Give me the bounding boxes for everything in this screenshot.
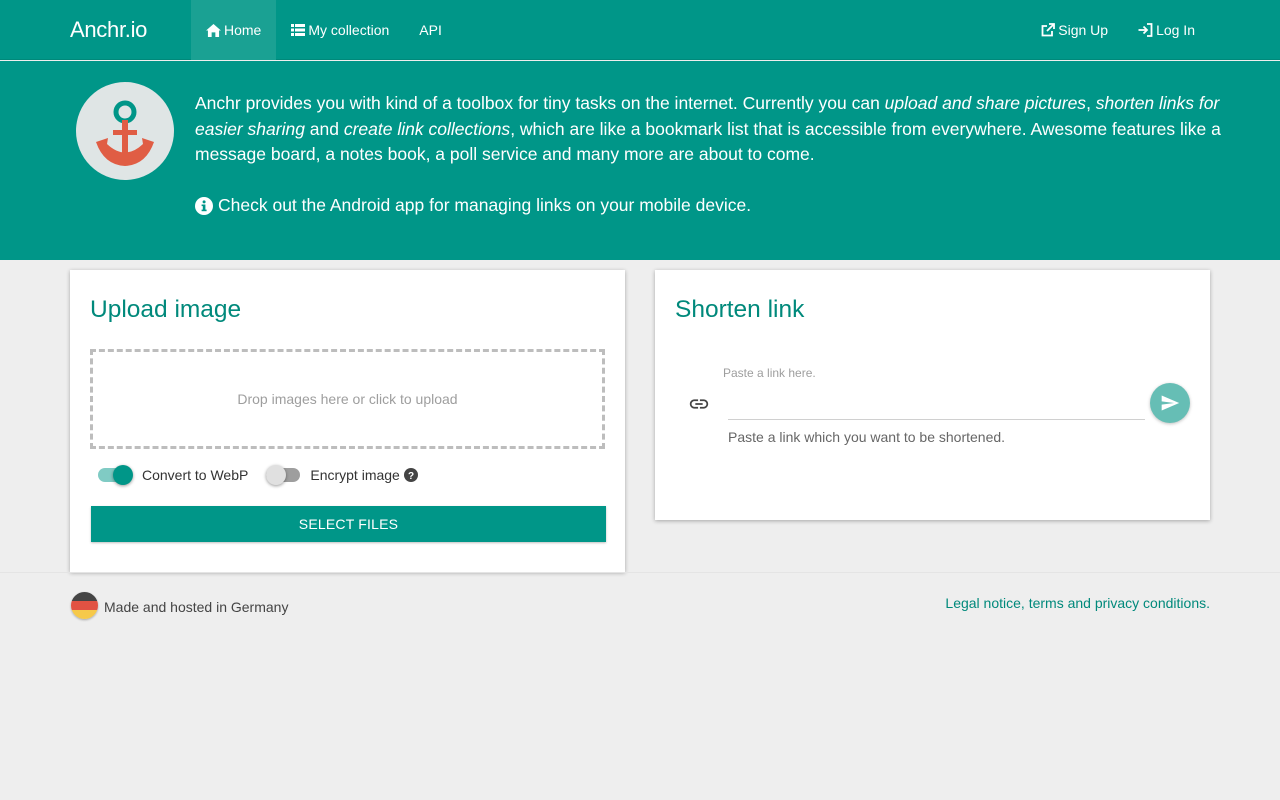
- upload-card-title: Upload image: [90, 296, 242, 323]
- select-files-button[interactable]: SELECT FILES: [91, 506, 606, 542]
- intro-emphasis-collections: create link collections: [343, 118, 511, 139]
- intro-text-1: Anchr provides you with kind of a toolbo…: [195, 93, 885, 113]
- intro-text: Anchr provides you with kind of a toolbo…: [195, 91, 1225, 168]
- nav-my-collection[interactable]: My collection: [276, 0, 404, 60]
- nav-api[interactable]: API: [404, 0, 457, 60]
- convert-webp-toggle[interactable]: [98, 464, 134, 486]
- encrypt-image-label: Encrypt image: [310, 467, 400, 483]
- nav-home[interactable]: Home: [191, 0, 277, 60]
- hero-banner: Anchr provides you with kind of a toolbo…: [0, 61, 1280, 260]
- intro-text-3: and: [304, 118, 344, 139]
- nav-log-in-label: Log In: [1156, 22, 1195, 38]
- svg-text:?: ?: [408, 471, 414, 482]
- upload-image-card: Upload image Drop images here or click t…: [70, 270, 625, 572]
- intro-emphasis-upload: upload and share pictures: [884, 93, 1087, 113]
- shorten-link-card: Shorten link Paste a link here. Paste a …: [655, 270, 1210, 520]
- footer-divider: [0, 572, 1280, 573]
- send-icon: [1161, 395, 1180, 411]
- nav-api-label: API: [419, 22, 442, 38]
- legal-notice-link[interactable]: Legal notice, terms and privacy conditio…: [945, 595, 1210, 611]
- anchor-logo: [76, 82, 174, 180]
- android-note-text: Check out the Android app for managing l…: [218, 195, 752, 215]
- link-input[interactable]: [728, 386, 1145, 420]
- nav-sign-up-label: Sign Up: [1058, 22, 1109, 38]
- made-in-germany-text: Made and hosted in Germany: [104, 599, 289, 615]
- brand-logo[interactable]: Anchr.io: [70, 17, 147, 43]
- top-navbar: Anchr.io Home My collection API Sign Up …: [0, 0, 1280, 60]
- nav-log-in[interactable]: Log In: [1123, 0, 1210, 60]
- shorten-card-title: Shorten link: [675, 296, 805, 323]
- info-icon: [195, 196, 213, 215]
- nav-my-collection-label: My collection: [308, 22, 390, 38]
- link-icon: [689, 399, 709, 409]
- germany-flag-icon: [71, 592, 98, 619]
- intro-text-2: ,: [1086, 93, 1096, 113]
- list-icon: [291, 24, 306, 36]
- external-link-icon: [1041, 23, 1056, 37]
- convert-webp-label: Convert to WebP: [142, 467, 249, 483]
- nav-sign-up[interactable]: Sign Up: [1026, 0, 1123, 60]
- link-input-helper: Paste a link which you want to be shorte…: [728, 429, 1006, 445]
- sign-in-icon: [1138, 23, 1153, 37]
- link-input-label: Paste a link here.: [723, 366, 816, 380]
- android-note: Check out the Android app for managing l…: [195, 195, 751, 216]
- nav-home-label: Home: [224, 22, 262, 38]
- encrypt-image-toggle[interactable]: [266, 464, 302, 486]
- toggle-knob: [113, 465, 133, 485]
- home-icon: [206, 23, 221, 37]
- question-circle-icon[interactable]: ?: [403, 468, 418, 482]
- nav-right: Sign Up Log In: [1026, 0, 1210, 60]
- toggle-knob: [266, 465, 287, 485]
- anchor-icon: [96, 100, 154, 166]
- nav-left: Home My collection API: [191, 0, 457, 60]
- shorten-submit-button[interactable]: [1150, 383, 1190, 423]
- image-dropzone[interactable]: Drop images here or click to upload: [90, 349, 605, 449]
- dropzone-text: Drop images here or click to upload: [237, 391, 458, 407]
- upload-options: Convert to WebP Encrypt image ?: [98, 464, 418, 486]
